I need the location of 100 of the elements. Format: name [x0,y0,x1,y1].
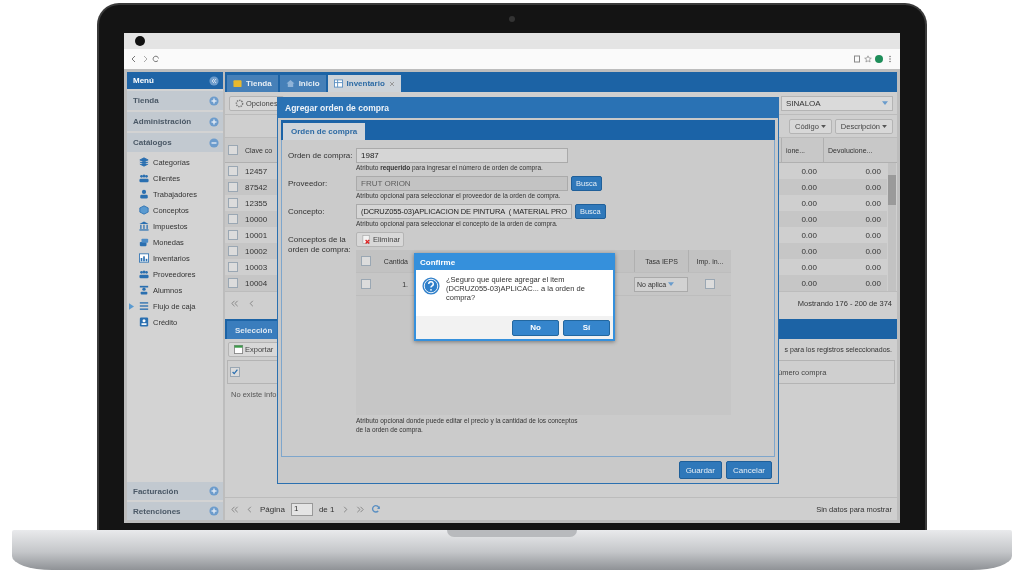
checkbox[interactable] [228,166,238,176]
confirm-button[interactable]: Sí [563,319,610,336]
last-page-icon[interactable] [355,504,365,514]
table-cell-text: 0.00 [800,262,818,272]
table-cell-text: 12457 [244,166,269,176]
checkbox[interactable] [704,279,715,289]
accordion-header[interactable]: Facturación [127,482,223,500]
question-icon [422,277,440,295]
dialog-title: Agregar orden de compra [278,98,778,118]
first-page-icon[interactable] [230,504,239,514]
expand-icon[interactable] [209,95,219,106]
table-cell-text: 10002 [244,246,269,256]
table-cell-text: 0.00 [864,246,882,256]
table-cell-text: 0.00 [800,246,818,256]
settings-icon [235,98,244,108]
accordion-header[interactable]: Catálogos [127,133,223,152]
checkbox[interactable] [228,145,238,155]
expand-icon[interactable] [209,116,219,127]
profile-icon[interactable] [875,55,883,63]
expand-icon[interactable] [209,506,219,516]
table-cell-text: 0.00 [800,230,818,240]
caret-icon [882,124,887,128]
back-icon[interactable] [130,55,138,63]
caret-icon [882,101,888,105]
caret-icon [668,282,675,286]
table-cell-text: 0.00 [864,262,882,272]
menu-icon[interactable] [886,55,894,63]
page-count: de 1 [318,504,335,514]
previous-page-icon[interactable] [245,504,254,514]
checkbox[interactable] [228,278,238,288]
table-cell-text: 10003 [244,262,269,272]
layers-icon [139,157,149,167]
coins-icon [139,237,149,247]
table-cell-text: 10001 [244,230,269,240]
reload-icon[interactable] [370,504,381,514]
tab[interactable]: Inventario [327,75,401,92]
branch-select[interactable]: SINALOA [781,95,893,111]
star-icon[interactable] [864,55,872,63]
forward-icon[interactable] [141,55,149,63]
checkbox[interactable] [228,214,238,224]
bank-icon [139,221,149,231]
table-cell-text: 0.00 [800,182,818,192]
collapse-icon[interactable] [209,137,219,148]
table-cell-text: 0.00 [800,166,818,176]
table-cell-text: 0.00 [800,198,818,208]
person-icon [139,189,149,199]
page-icon[interactable] [853,55,861,63]
tab[interactable]: Orden de compra [283,123,366,140]
collapse-icon[interactable] [209,75,219,86]
dialog-button[interactable]: Guardar [678,461,722,479]
checkbox[interactable] [361,256,371,266]
table-cell-text: 87542 [244,182,269,192]
list-icon [139,301,149,311]
expand-icon[interactable] [209,486,219,496]
table-cell-text: 0.00 [800,278,818,288]
folder-icon [233,79,242,88]
tab[interactable]: Tienda [227,75,278,92]
id-card-icon [139,317,149,327]
checkbox[interactable] [228,246,238,256]
checkbox[interactable] [228,198,238,208]
table-cell-text: 0.00 [864,198,882,208]
table-cell-text: 10004 [244,278,269,288]
circle-icon [135,36,145,46]
cube-icon [139,205,149,215]
spreadsheet-icon [234,345,243,354]
checkbox[interactable] [228,182,238,192]
camera-icon [509,16,515,22]
house-icon [285,79,295,88]
field-label: Conceptos de la orden de compra: [288,234,352,256]
chart-icon [139,253,149,263]
table-icon [333,79,343,88]
scrollbar[interactable] [888,163,896,291]
accordion-header[interactable]: Retenciones [127,502,223,520]
table-cell-text: 0.00 [864,214,882,224]
input-field[interactable]: 1987 [356,148,568,163]
page-field[interactable]: 1 [290,502,313,516]
table-cell-text: 0.00 [864,230,882,240]
previous-page-icon[interactable] [247,298,256,308]
tab[interactable]: Inicio [279,75,326,92]
sidebar-title: Menú [133,76,155,85]
table-cell-text: 10000 [244,214,269,224]
checkbox[interactable] [228,262,238,272]
table-cell-text: 0.00 [800,214,818,224]
first-page-icon[interactable] [230,298,239,308]
expand-arrow-icon[interactable] [128,302,134,310]
accordion-header[interactable]: Tienda [127,91,223,110]
people-icon [139,269,149,279]
close-icon[interactable] [388,80,395,87]
field-label: Orden de compra: [288,150,354,162]
reload-icon[interactable] [152,55,160,63]
checkbox[interactable] [230,367,240,377]
checkbox[interactable] [361,279,371,289]
field-label: Proveedor: [288,178,329,190]
checkbox[interactable] [228,230,238,240]
table-cell-text: 12355 [244,198,269,208]
dialog-button[interactable]: Cancelar [726,461,772,479]
field-label: Concepto: [288,206,326,218]
table-cell-text: 0.00 [864,278,882,288]
accordion-header[interactable]: Administración [127,112,223,131]
confirm-button[interactable]: No [512,319,559,336]
